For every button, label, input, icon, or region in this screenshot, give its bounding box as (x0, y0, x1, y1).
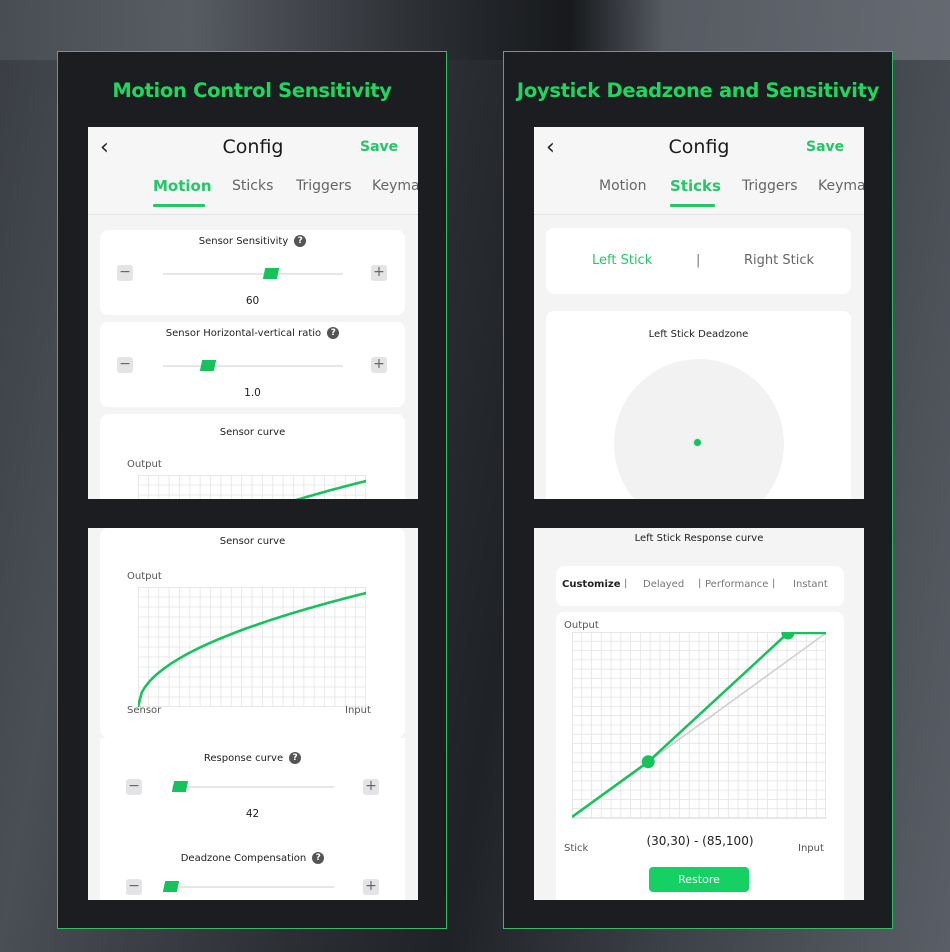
y-axis-label: Output (127, 459, 162, 470)
motion-control-panel: Motion Control Sensitivity ‹ Config Save… (57, 51, 447, 929)
tab-motion[interactable]: Motion (599, 178, 646, 194)
deadzone-card: Left Stick Deadzone (546, 311, 851, 499)
response-curve-slider[interactable] (172, 786, 334, 788)
slider-thumb[interactable] (262, 268, 280, 279)
separator: | (624, 578, 628, 589)
help-icon[interactable]: ? (294, 235, 307, 247)
x-axis-left-label: Sensor (127, 705, 162, 716)
decrease-button[interactable]: − (126, 879, 142, 895)
hv-ratio-value: 1.0 (244, 387, 261, 399)
separator: | (698, 578, 702, 589)
panel-title: Motion Control Sensitivity (112, 79, 392, 102)
panel-title: Joystick Deadzone and Sensitivity (516, 79, 880, 102)
response-curve-chart[interactable] (572, 632, 826, 822)
restore-button[interactable]: Restore (649, 867, 749, 892)
help-icon[interactable]: ? (289, 752, 302, 764)
help-icon[interactable]: ? (312, 852, 325, 864)
mode-instant[interactable]: Instant (793, 579, 828, 590)
config-screen-motion-scrolled: Sensor curve Output Sensor Input Respons… (88, 528, 418, 900)
hv-ratio-label: Sensor Horizontal-vertical ratio (165, 328, 322, 339)
save-button[interactable]: Save (360, 139, 398, 155)
separator: | (772, 578, 776, 589)
mode-selector: Customize | Delayed | Performance | Inst… (556, 566, 844, 606)
tab-triggers[interactable]: Triggers (742, 178, 798, 194)
tab-motion[interactable]: Motion (153, 177, 212, 195)
x-axis-right-label: Input (345, 705, 371, 716)
deadzone-compensation-slider[interactable] (164, 886, 334, 888)
sensor-sensitivity-slider[interactable] (163, 273, 343, 275)
response-curve-card: Output Stick Input (30,30) - (85,100) Re… (556, 612, 844, 900)
config-screen-sticks-scrolled: Left Stick Response curve Customize | De… (534, 528, 864, 900)
deadzone-circle[interactable] (614, 359, 784, 499)
hv-ratio-card: Sensor Horizontal-vertical ratio? − + 1.… (100, 322, 405, 407)
config-header: ‹ Config Save Motion Sticks Triggers Key… (88, 127, 418, 215)
slider-thumb[interactable] (199, 360, 217, 371)
sensor-sensitivity-card: Sensor Sensitivity? − + 60 (100, 230, 405, 315)
config-header: ‹ Config Save Motion Sticks Triggers Key… (534, 127, 864, 215)
decrease-button[interactable]: − (117, 265, 133, 281)
mode-delayed[interactable]: Delayed (643, 579, 684, 590)
mode-customize[interactable]: Customize (562, 579, 621, 590)
slider-thumb[interactable] (162, 881, 180, 892)
sensor-sensitivity-label: Sensor Sensitivity (198, 236, 289, 247)
response-curve-card: Response curve? − + 42 Deadzone Compensa… (100, 738, 405, 900)
divider (534, 214, 864, 215)
tab-keymap[interactable]: Keymap (818, 178, 864, 194)
config-screen-sticks: ‹ Config Save Motion Sticks Triggers Key… (534, 127, 864, 499)
sensor-curve-label: Sensor curve (219, 427, 286, 438)
left-stick-tab[interactable]: Left Stick (592, 253, 652, 268)
curve-handle-1[interactable] (641, 755, 655, 769)
decrease-button[interactable]: − (126, 779, 142, 795)
y-axis-label: Output (127, 571, 162, 582)
y-axis-label: Output (564, 620, 599, 631)
active-tab-indicator (670, 204, 715, 207)
tab-sticks[interactable]: Sticks (670, 177, 721, 195)
slider-thumb[interactable] (171, 781, 189, 792)
stick-selector: Left Stick | Right Stick (546, 228, 851, 294)
separator: | (696, 253, 701, 268)
right-stick-tab[interactable]: Right Stick (744, 253, 814, 268)
sensor-curve-label: Sensor curve (219, 536, 286, 547)
active-tab-indicator (153, 204, 205, 207)
decrease-button[interactable]: − (117, 357, 133, 373)
joystick-deadzone-panel: Joystick Deadzone and Sensitivity ‹ Conf… (503, 51, 893, 929)
increase-button[interactable]: + (363, 879, 379, 895)
sensor-sensitivity-value: 60 (245, 295, 260, 307)
stick-position-dot (694, 439, 701, 446)
response-curve-title: Left Stick Response curve (634, 533, 764, 544)
sensor-curve-chart[interactable] (138, 587, 366, 707)
mode-performance[interactable]: Performance (705, 579, 768, 590)
hv-ratio-slider[interactable] (163, 365, 343, 367)
tab-keymap[interactable]: Keymap (372, 178, 418, 194)
divider (88, 214, 418, 215)
tab-triggers[interactable]: Triggers (296, 178, 352, 194)
sensor-curve-preview (138, 475, 366, 499)
increase-button[interactable]: + (363, 779, 379, 795)
help-icon[interactable]: ? (327, 327, 340, 339)
deadzone-label: Left Stick Deadzone (648, 329, 749, 340)
save-button[interactable]: Save (806, 139, 844, 155)
response-curve-label: Response curve (203, 753, 284, 764)
deadzone-compensation-label: Deadzone Compensation (180, 853, 307, 864)
config-screen-motion: ‹ Config Save Motion Sticks Triggers Key… (88, 127, 418, 499)
sensor-curve-card: Sensor curve Output (100, 414, 405, 499)
tab-sticks[interactable]: Sticks (232, 178, 273, 194)
increase-button[interactable]: + (371, 265, 387, 281)
sensor-curve-card: Sensor curve Output Sensor Input (100, 528, 405, 738)
range-readout: (30,30) - (85,100) (646, 834, 754, 848)
tab-bar: Motion Sticks Triggers Keymap (534, 177, 864, 207)
response-curve-value: 42 (245, 808, 260, 820)
increase-button[interactable]: + (371, 357, 387, 373)
tab-bar: Motion Sticks Triggers Keymap (88, 177, 418, 207)
